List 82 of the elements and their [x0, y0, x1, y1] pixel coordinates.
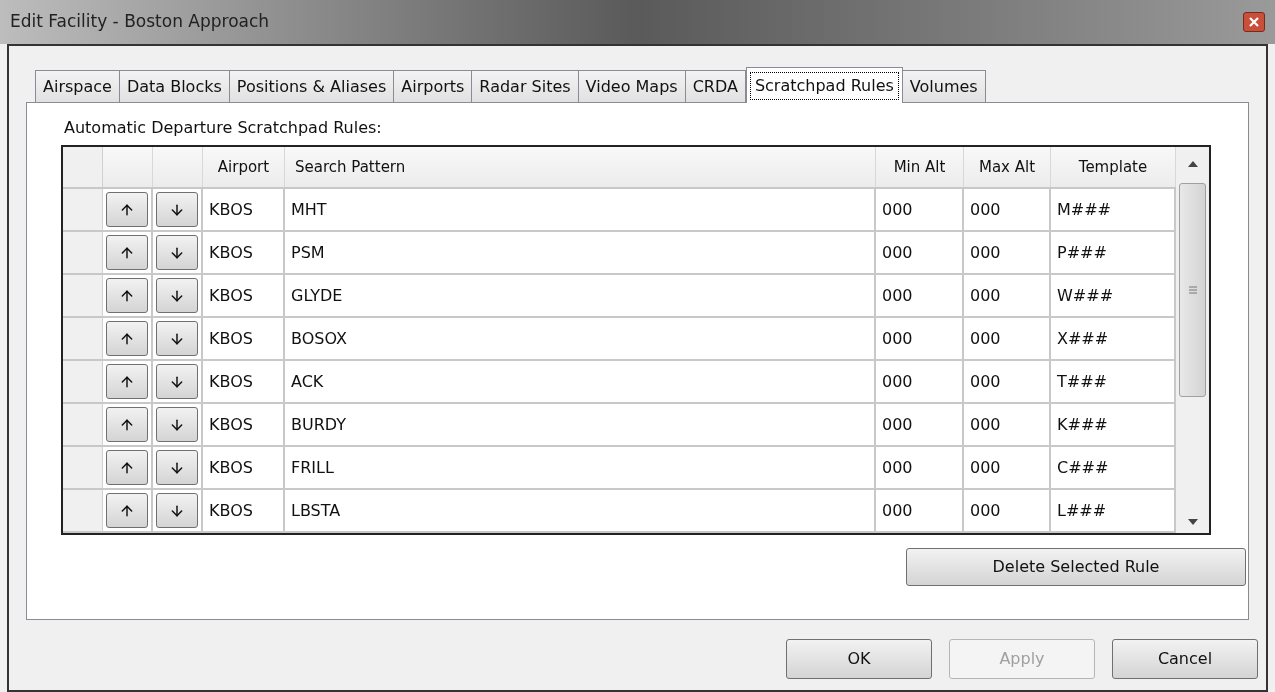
scroll-down-icon [1187, 519, 1198, 525]
move-down-button[interactable] [156, 493, 198, 528]
scroll-up-icon [1187, 161, 1198, 167]
table-cell-text: 000 [970, 198, 1001, 221]
move-up-button[interactable] [106, 450, 148, 485]
move-up-button[interactable] [106, 407, 148, 442]
scroll-thumb[interactable] [1179, 183, 1206, 397]
table-cell-text: KBOS [209, 284, 253, 307]
window-title: Edit Facility - Boston Approach [10, 10, 270, 34]
move-down-button[interactable] [156, 235, 198, 270]
move-up-button[interactable] [106, 493, 148, 528]
table-cell-text: L### [1057, 499, 1107, 522]
table-cell-text: X### [1057, 327, 1109, 350]
section-label: Automatic Departure Scratchpad Rules: [64, 117, 383, 139]
table-cell-text: C### [1057, 456, 1109, 479]
table-cell-text: BURDY [291, 413, 347, 436]
table-cell-text: GLYDE [291, 284, 343, 307]
column-header[interactable]: Airport [217, 155, 270, 179]
dialog-button[interactable]: Cancel [1112, 639, 1258, 679]
table-cell-text: 000 [970, 284, 1001, 307]
move-down-button[interactable] [156, 192, 198, 227]
move-down-button[interactable] [156, 364, 198, 399]
table-cell-text: 000 [882, 456, 913, 479]
tab[interactable]: Volumes [901, 70, 986, 102]
table-cell-text: 000 [882, 499, 913, 522]
close-button[interactable] [1243, 12, 1265, 32]
table-cell-text: 000 [970, 456, 1001, 479]
table-cell-text: 000 [882, 327, 913, 350]
grip-icon [1188, 286, 1197, 294]
table-cell-text: KBOS [209, 499, 253, 522]
table-cell-text: 000 [882, 241, 913, 264]
tab[interactable]: Scratchpad Rules [745, 67, 903, 103]
table-cell-text: 000 [970, 370, 1001, 393]
table-cell-text: KBOS [209, 327, 253, 350]
tab[interactable]: Data Blocks [118, 70, 230, 102]
move-down-button[interactable] [156, 407, 198, 442]
table-cell-text: KBOS [209, 370, 253, 393]
move-up-button[interactable] [106, 364, 148, 399]
table-cell-text: 000 [970, 327, 1001, 350]
table-cell-text: KBOS [209, 198, 253, 221]
table-cell-text: 000 [882, 198, 913, 221]
table-cell-text: 000 [882, 284, 913, 307]
table-cell-text: K### [1057, 413, 1108, 436]
column-header[interactable]: Template [1078, 155, 1148, 179]
table-cell-text: M### [1057, 198, 1112, 221]
table-cell-text: MHT [291, 198, 327, 221]
tab[interactable]: Airspace [35, 70, 120, 102]
table-cell-text: P### [1057, 241, 1107, 264]
scrollbar[interactable] [1176, 147, 1209, 533]
tab[interactable]: Video Maps [577, 70, 686, 102]
move-down-button[interactable] [156, 450, 198, 485]
table-cell-text: T### [1057, 370, 1107, 393]
table-cell-text: PSM [291, 241, 325, 264]
table-cell-text: 000 [882, 413, 913, 436]
column-header[interactable]: Max Alt [978, 155, 1036, 179]
table-cell-text: BOSOX [291, 327, 347, 350]
tab[interactable]: Airports [393, 70, 473, 102]
table-cell-text: W### [1057, 284, 1114, 307]
move-down-button[interactable] [156, 321, 198, 356]
table-cell-text: KBOS [209, 456, 253, 479]
table-cell-text: KBOS [209, 241, 253, 264]
move-up-button[interactable] [106, 192, 148, 227]
table-cell-text: LBSTA [291, 499, 341, 522]
table-cell-text: KBOS [209, 413, 253, 436]
move-down-button[interactable] [156, 278, 198, 313]
table-cell-text: 000 [970, 241, 1001, 264]
move-up-button[interactable] [106, 278, 148, 313]
dialog-button[interactable]: OK [786, 639, 932, 679]
table-cell-text: 000 [970, 499, 1001, 522]
tab[interactable]: Radar Sites [471, 70, 579, 102]
close-icon [1249, 17, 1259, 27]
move-up-button[interactable] [106, 235, 148, 270]
table-cell-text: ACK [291, 370, 324, 393]
column-header[interactable]: Search Pattern [295, 155, 406, 179]
table-cell-text: 000 [882, 370, 913, 393]
table-cell-text: 000 [970, 413, 1001, 436]
tab[interactable]: CRDA [684, 70, 746, 102]
column-header[interactable]: Min Alt [893, 155, 946, 179]
move-up-button[interactable] [106, 321, 148, 356]
table-cell-text: FRILL [291, 456, 334, 479]
tab[interactable]: Positions & Aliases [228, 70, 395, 102]
delete-rule-button[interactable]: Delete Selected Rule [906, 548, 1246, 586]
